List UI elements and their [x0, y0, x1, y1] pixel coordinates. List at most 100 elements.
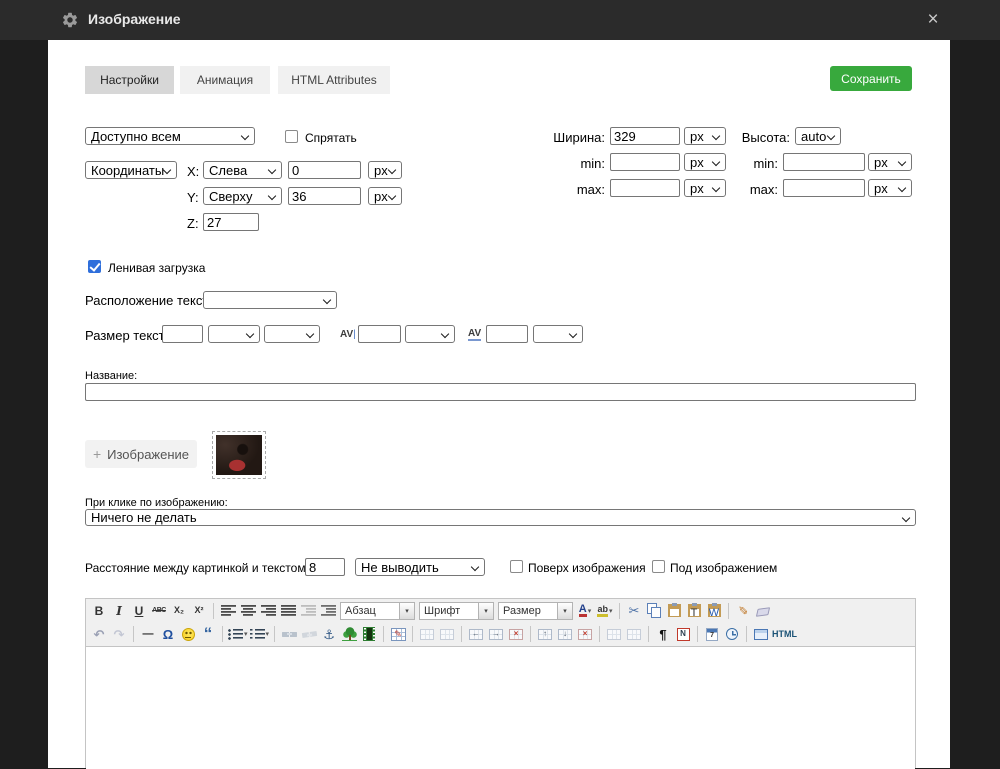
- editor-remove-link-button[interactable]: [299, 624, 319, 644]
- tab-settings[interactable]: Настройки: [85, 66, 174, 94]
- italic-icon: I: [116, 605, 122, 617]
- editor-table-cell-properties-button[interactable]: [437, 624, 457, 644]
- editor-cut-button[interactable]: ✂: [624, 601, 644, 621]
- editor-table-button[interactable]: ✎: [388, 624, 408, 644]
- editor-align-justify-button[interactable]: [278, 601, 298, 621]
- text-position-select[interactable]: [203, 291, 337, 309]
- width-input[interactable]: [610, 127, 680, 145]
- image-thumbnail[interactable]: [212, 431, 266, 479]
- max-width-unit-select[interactable]: px: [684, 179, 726, 197]
- width-unit-select[interactable]: px: [684, 127, 726, 145]
- editor-emoticons-button[interactable]: [178, 624, 198, 644]
- z-value-input[interactable]: [203, 213, 259, 231]
- editor-bold-button[interactable]: B: [89, 601, 109, 621]
- editor-numbered-list-button[interactable]: ▾: [249, 624, 271, 644]
- y-direction-select[interactable]: Сверху: [203, 187, 282, 205]
- editor-delete-row-button[interactable]: ×: [575, 624, 595, 644]
- editor-table-row-properties-button[interactable]: [417, 624, 437, 644]
- editor-blockquote-button[interactable]: “: [198, 624, 218, 644]
- editor-merge-cells-button[interactable]: [604, 624, 624, 644]
- editor-strikethrough-button[interactable]: ABC: [149, 601, 169, 621]
- word-spacing-unit-select[interactable]: [533, 325, 583, 343]
- editor-outdent-button[interactable]: [298, 601, 318, 621]
- close-icon[interactable]: ×: [922, 9, 944, 31]
- editor-horizontal-rule-button[interactable]: —: [138, 624, 158, 644]
- coordinates-mode-select[interactable]: Координаты: [85, 161, 177, 179]
- editor-paragraph-format-select[interactable]: Абзац▾: [340, 602, 415, 620]
- editor-paste-as-text-button[interactable]: T: [684, 601, 704, 621]
- editor-anchor-button[interactable]: ⚓: [319, 624, 339, 644]
- editor-fullscreen-button[interactable]: [751, 624, 771, 644]
- min-width-unit-select[interactable]: px: [684, 153, 726, 171]
- editor-italic-button[interactable]: I: [109, 601, 129, 621]
- editor-special-character-button[interactable]: Ω: [158, 624, 178, 644]
- image-text-spacing-input[interactable]: [305, 558, 345, 576]
- min-height-unit-select[interactable]: px: [868, 153, 912, 171]
- editor-underline-button[interactable]: U: [129, 601, 149, 621]
- editor-delete-column-button[interactable]: ×: [506, 624, 526, 644]
- text-size-input[interactable]: [162, 325, 203, 343]
- save-button[interactable]: Сохранить: [830, 66, 912, 91]
- editor-html-source-button[interactable]: HTML: [771, 624, 798, 644]
- editor-subscript-button[interactable]: X₂: [169, 601, 189, 621]
- editor-text-color-button[interactable]: A▾: [575, 601, 595, 621]
- editor-insert-media-button[interactable]: [359, 624, 379, 644]
- click-action-select[interactable]: Ничего не делать: [85, 509, 916, 526]
- editor-insert-row-before-button[interactable]: ↑: [535, 624, 555, 644]
- text-size-extra-select[interactable]: [264, 325, 320, 343]
- editor-content-area[interactable]: [86, 646, 915, 769]
- editor-paragraph-marks-button[interactable]: ¶: [653, 624, 673, 644]
- editor-insert-image-button[interactable]: [339, 624, 359, 644]
- editor-bullet-list-button[interactable]: ▾: [227, 624, 249, 644]
- editor-paste-button[interactable]: [664, 601, 684, 621]
- min-width-input[interactable]: [610, 153, 680, 171]
- hide-checkbox[interactable]: [285, 130, 298, 143]
- x-direction-select[interactable]: Слева: [203, 161, 282, 179]
- editor-background-color-button[interactable]: ab▾: [595, 601, 615, 621]
- output-mode-select[interactable]: Не выводить: [355, 558, 485, 576]
- word-spacing-input[interactable]: [486, 325, 528, 343]
- add-image-button[interactable]: + Изображение: [85, 440, 197, 468]
- editor-undo-button[interactable]: ↶: [89, 624, 109, 644]
- editor-remove-format-button[interactable]: [753, 601, 773, 621]
- min-height-input[interactable]: [783, 153, 865, 171]
- editor-insert-column-before-button[interactable]: ←: [466, 624, 486, 644]
- y-unit-select[interactable]: px: [368, 187, 402, 205]
- letter-spacing-unit-select[interactable]: [405, 325, 455, 343]
- editor-align-left-button[interactable]: [218, 601, 238, 621]
- editor-superscript-button[interactable]: X²: [189, 601, 209, 621]
- editor-insert-row-after-button[interactable]: ↓: [555, 624, 575, 644]
- tab-animation[interactable]: Анимация: [180, 66, 270, 94]
- tab-html-attributes[interactable]: HTML Attributes: [278, 66, 390, 94]
- max-width-input[interactable]: [610, 179, 680, 197]
- editor-align-center-button[interactable]: [238, 601, 258, 621]
- editor-insert-column-after-button[interactable]: →: [486, 624, 506, 644]
- editor-insert-time-button[interactable]: [722, 624, 742, 644]
- editor-copy-button[interactable]: [644, 601, 664, 621]
- height-select[interactable]: auto: [795, 127, 841, 145]
- name-input[interactable]: [85, 383, 916, 401]
- over-image-checkbox[interactable]: [510, 560, 523, 573]
- editor-align-right-button[interactable]: [258, 601, 278, 621]
- editor-split-cells-button[interactable]: [624, 624, 644, 644]
- lazy-load-checkbox[interactable]: [88, 260, 101, 273]
- editor-cleanup-button[interactable]: ✐: [733, 601, 753, 621]
- editor-insert-date-button[interactable]: 7: [702, 624, 722, 644]
- editor-indent-button[interactable]: [318, 601, 338, 621]
- max-height-input[interactable]: [783, 179, 865, 197]
- letter-spacing-input[interactable]: [358, 325, 401, 343]
- editor-nonbreaking-space-button[interactable]: N: [673, 624, 693, 644]
- outdent-icon: [301, 605, 316, 616]
- text-size-unit-select[interactable]: [208, 325, 260, 343]
- x-value-input[interactable]: [288, 161, 361, 179]
- editor-font-family-select[interactable]: Шрифт▾: [419, 602, 494, 620]
- editor-insert-link-button[interactable]: [279, 624, 299, 644]
- editor-paste-from-word-button[interactable]: W: [704, 601, 724, 621]
- max-height-unit-select[interactable]: px: [868, 179, 912, 197]
- x-unit-select[interactable]: px: [368, 161, 402, 179]
- under-image-checkbox[interactable]: [652, 560, 665, 573]
- y-value-input[interactable]: [288, 187, 361, 205]
- editor-font-size-select[interactable]: Размер▾: [498, 602, 573, 620]
- editor-redo-button[interactable]: ↷: [109, 624, 129, 644]
- visibility-select[interactable]: Доступно всем: [85, 127, 255, 145]
